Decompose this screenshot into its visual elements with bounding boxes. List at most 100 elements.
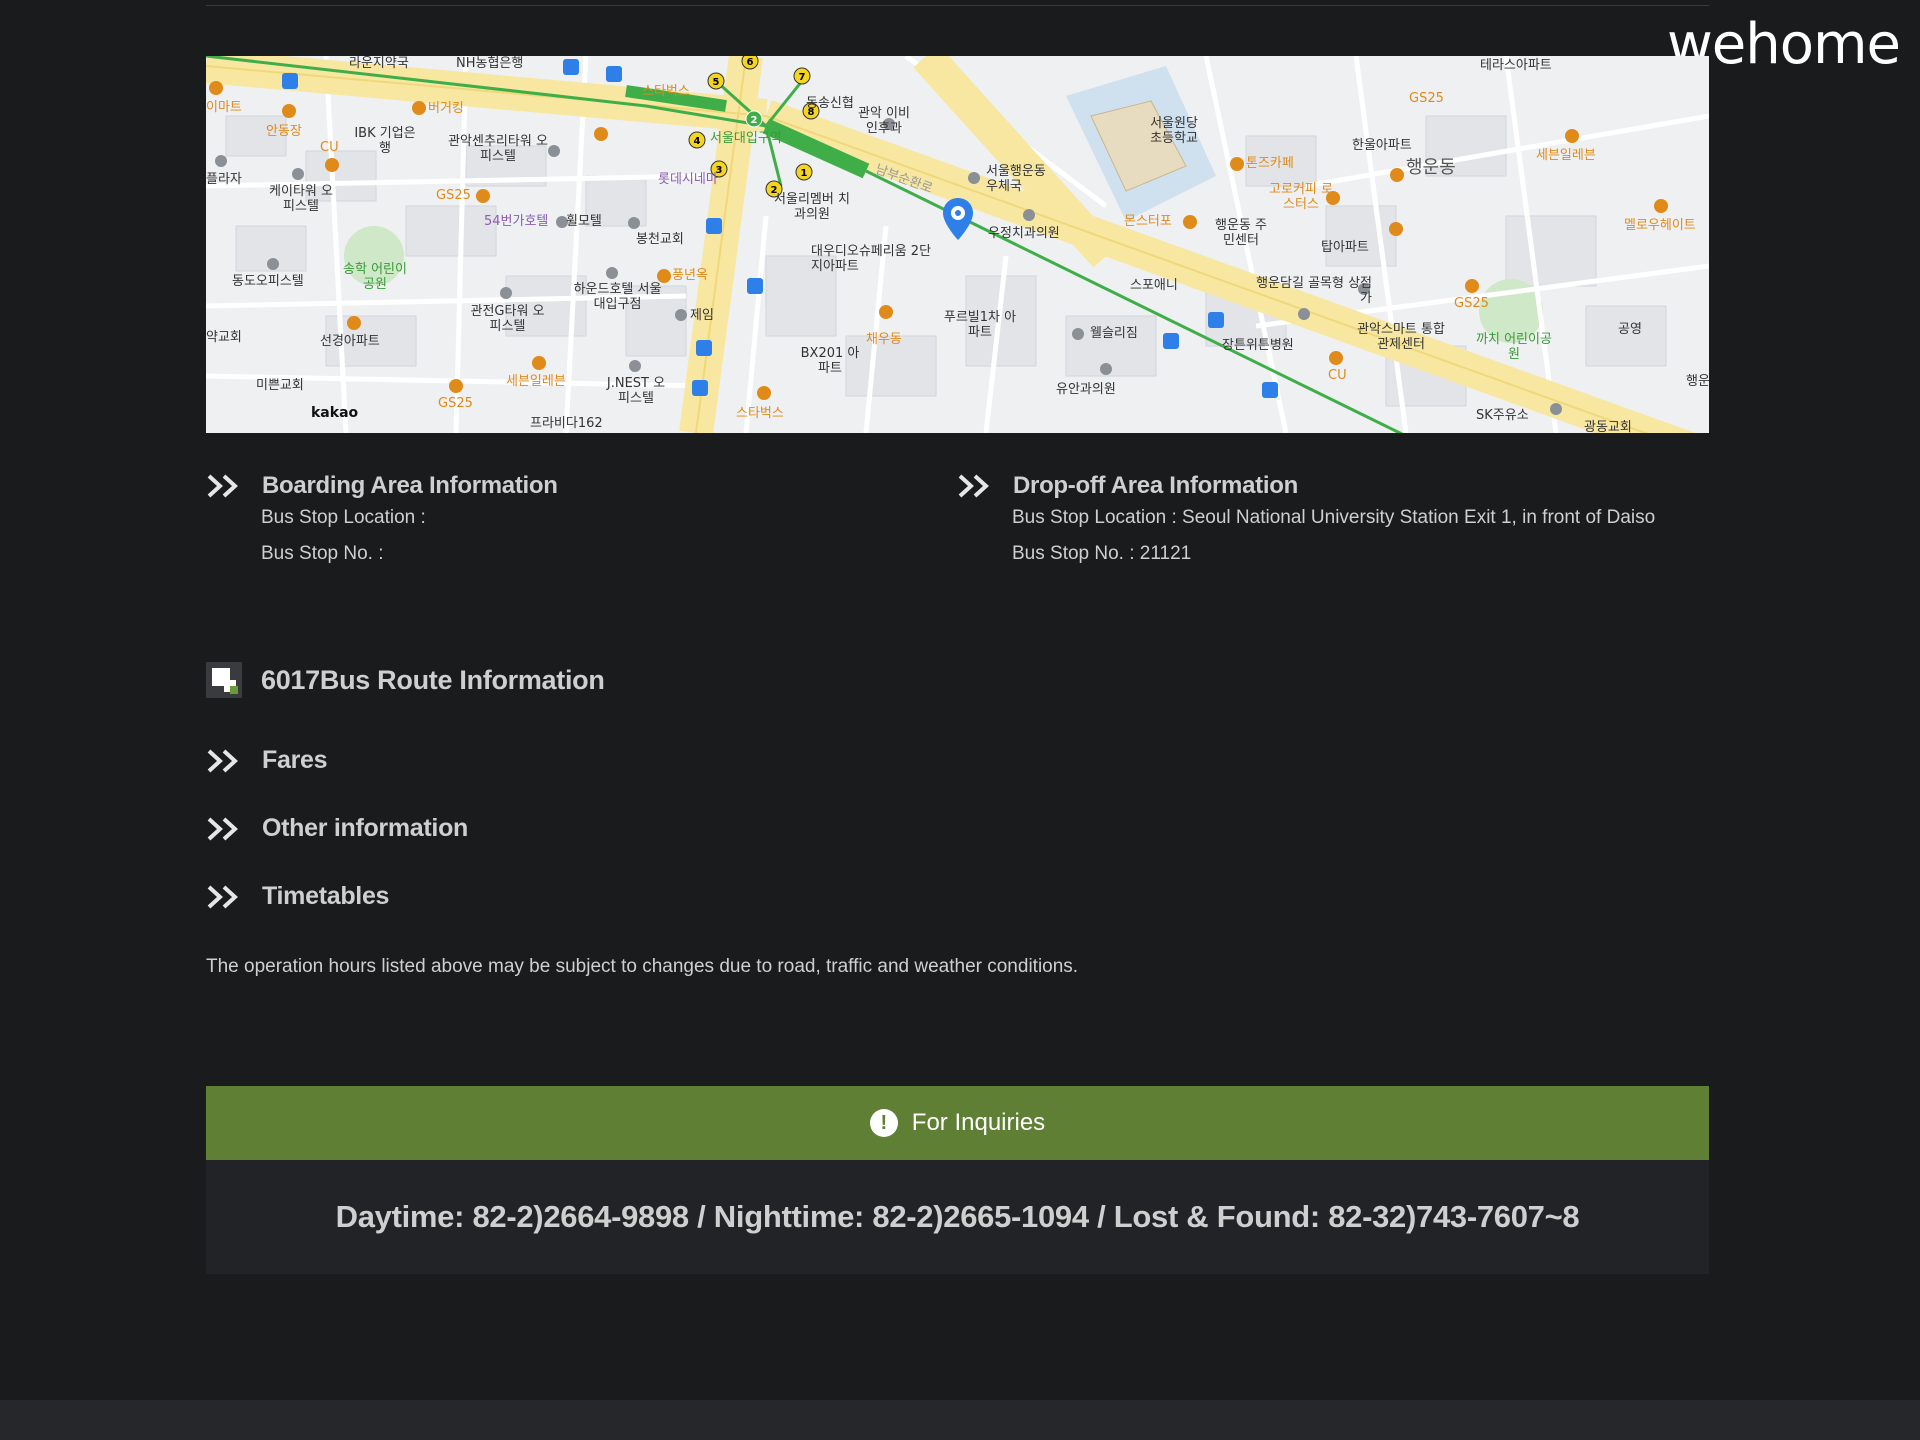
map-label: 스타벅스: [736, 406, 784, 421]
dropoff-area-section: Drop-off Area Information Bus Stop Locat…: [957, 472, 1655, 572]
timetables-toggle[interactable]: Timetables: [206, 882, 389, 911]
map-label: CU: [1328, 368, 1347, 383]
map-label: 봉천교회: [636, 232, 684, 247]
contact-numbers: Daytime: 82-2)2664-9898 / Nighttime: 82-…: [335, 1199, 1580, 1234]
map-label: GS25: [438, 396, 473, 411]
map-label: 서울행운동 우체국: [986, 164, 1046, 194]
map-label: 플라자: [206, 172, 242, 187]
map-label: GS25: [1409, 91, 1444, 106]
fares-title: Fares: [262, 746, 328, 774]
location-pin-icon[interactable]: [941, 196, 975, 242]
svg-text:1: 1: [801, 168, 808, 179]
boarding-area-title: Boarding Area Information: [262, 472, 558, 499]
map-label: 라운지약국: [349, 56, 409, 71]
svg-text:7: 7: [799, 72, 806, 83]
top-divider: [206, 0, 1709, 6]
map-label: 휠모텔: [566, 214, 602, 229]
map-label: 선경아파트: [320, 334, 380, 349]
map-attribution[interactable]: kakao: [311, 405, 358, 421]
map-label: 54번가호텔: [484, 214, 549, 229]
map-label: 케이타워 오피스텔: [269, 184, 333, 214]
map-label: IBK 기업은행: [354, 126, 416, 156]
boarding-bus-stop-location: Bus Stop Location :: [261, 507, 426, 528]
boarding-area-section: Boarding Area Information Bus Stop Locat…: [206, 472, 558, 572]
map-label: 이마트: [206, 100, 242, 115]
inquiries-label: For Inquiries: [911, 1109, 1046, 1136]
other-information-title: Other information: [262, 814, 469, 842]
map-label: 롯데시네마: [658, 172, 718, 187]
map-label: 광동교회: [1584, 420, 1632, 433]
map-label: 관악 이비인후과: [858, 106, 910, 136]
map-label: 장튼위튼병원: [1222, 338, 1294, 353]
svg-text:2: 2: [751, 115, 758, 126]
alert-icon: !: [869, 1109, 898, 1137]
double-chevron-icon: [207, 749, 238, 772]
map-label: 테라스아파트: [1480, 58, 1552, 73]
map-label: 탑아파트: [1321, 240, 1369, 255]
map-label: 서울리멤버 치과의원: [774, 192, 850, 222]
svg-text:6: 6: [747, 57, 754, 68]
map-label: 몬스터포: [1124, 214, 1172, 229]
map-label: 푸르빌1차 아파트: [943, 310, 1017, 340]
map-label: 미쁜교회: [256, 378, 304, 393]
map-label: 세븐일레븐: [1536, 148, 1596, 163]
fares-toggle[interactable]: Fares: [206, 746, 328, 775]
double-chevron-icon: [207, 817, 238, 840]
double-chevron-icon: [207, 885, 238, 908]
map-label: 웰슬리짐: [1090, 326, 1138, 341]
map-label: 행운담길 골목형 상점가: [1256, 276, 1372, 306]
contact-numbers-panel: Daytime: 82-2)2664-9898 / Nighttime: 82-…: [206, 1160, 1709, 1274]
map-label: 하운드호텔 서울대입구점: [573, 282, 662, 312]
boarding-bus-stop-number: Bus Stop No. :: [261, 543, 384, 564]
map-label: 프라비다162: [530, 416, 603, 431]
bus-route-title: 6017Bus Route Information: [261, 664, 605, 695]
map-label: 송학 어린이공원: [343, 262, 407, 292]
map-label: 까치 어린이공원: [1476, 332, 1552, 362]
map-label: GS25: [436, 188, 471, 203]
map-label: 제임: [690, 308, 714, 323]
map-label: 고로커피 로스터스: [1269, 182, 1333, 212]
page-footer: [0, 1400, 1920, 1440]
map-label: 안동장: [266, 124, 302, 139]
map-label: SK주유소: [1476, 408, 1529, 423]
map-label: BX201 아파트: [800, 346, 860, 376]
map-label: 동도오피스텔: [232, 274, 304, 289]
route-map[interactable]: 5 6 7 8 4 3 1 2 2 라운지약국 NH농협은행 스타벅스 동송신협…: [206, 56, 1709, 433]
map-label: 서울원당 초등학교: [1150, 116, 1198, 146]
map-label: 행운동: [1406, 157, 1456, 178]
map-label: 스타벅스: [642, 84, 690, 99]
map-label: 공영: [1618, 322, 1642, 337]
map-label: GS25: [1454, 296, 1489, 311]
map-label: 풍년옥: [672, 268, 708, 283]
operation-hours-note: The operation hours listed above may be …: [206, 956, 1079, 977]
map-label: 동송신협: [806, 96, 854, 111]
svg-text:4: 4: [694, 136, 701, 147]
svg-text:5: 5: [713, 77, 720, 88]
map-label: 행운동 주민센터: [1215, 218, 1267, 248]
double-chevron-icon: [958, 474, 989, 498]
map-label: NH농협은행: [456, 56, 524, 71]
dropoff-bus-stop-number: Bus Stop No. : 21121: [1012, 543, 1192, 564]
map-label: 대우디오슈페리움 2단지아파트: [811, 244, 932, 274]
dropoff-bus-stop-location: Bus Stop Location : Seoul National Unive…: [1012, 507, 1656, 528]
map-label: 행운: [1686, 374, 1709, 389]
map-label: CU: [320, 140, 339, 155]
map-label: 관악스마트 통합관제센터: [1357, 322, 1445, 352]
map-label: 약교회: [206, 330, 242, 345]
bus-route-header: 6017Bus Route Information: [206, 662, 605, 698]
map-label: 서울대입구역: [710, 131, 782, 146]
map-label: 채우동: [866, 332, 902, 347]
route-square-icon: [206, 662, 242, 698]
map-label: 세븐일레븐: [506, 374, 566, 389]
map-label: J.NEST 오피스텔: [606, 376, 666, 406]
map-label: 관전G타워 오피스텔: [470, 304, 545, 334]
inquiries-banner: ! For Inquiries: [206, 1086, 1709, 1160]
other-information-toggle[interactable]: Other information: [206, 814, 468, 843]
map-label: 버거킹: [428, 101, 464, 116]
map-label: 관악센추리타워 오피스텔: [448, 134, 548, 164]
map-label: 멜로우헤이트: [1624, 218, 1696, 233]
map-label: 우정치과의원: [988, 226, 1060, 241]
dropoff-area-title: Drop-off Area Information: [1013, 472, 1298, 499]
double-chevron-icon: [207, 474, 238, 498]
map-label: 유안과의원: [1056, 382, 1116, 397]
